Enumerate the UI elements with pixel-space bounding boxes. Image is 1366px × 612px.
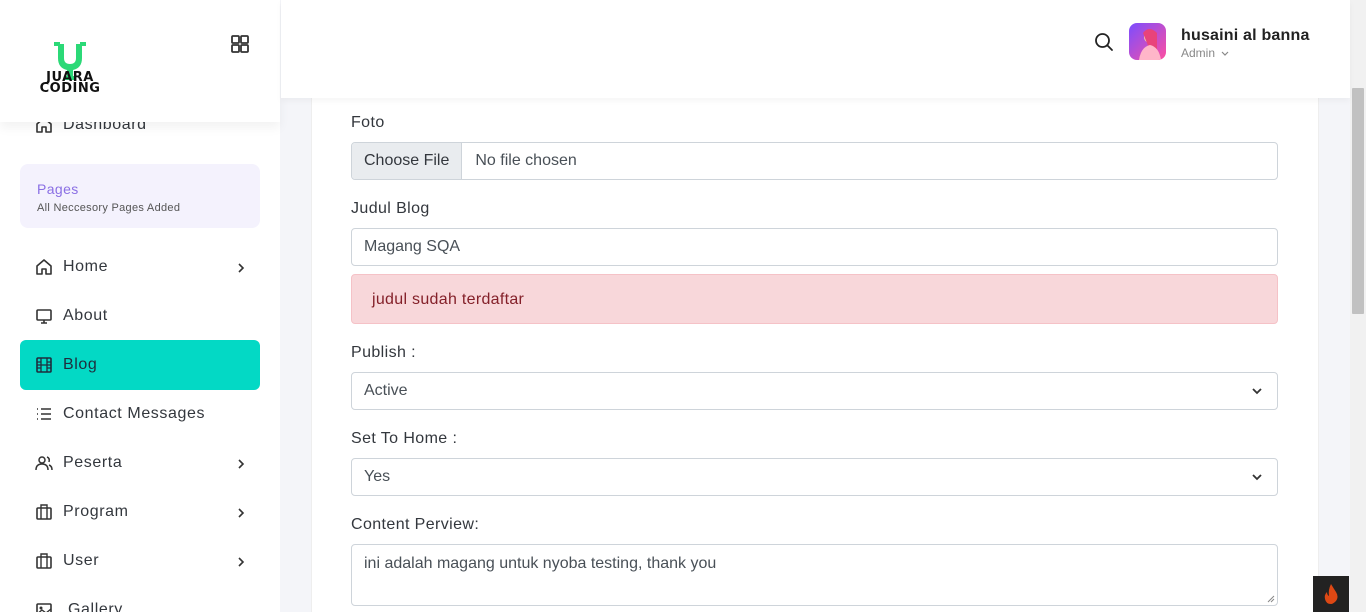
error-alert: judul sudah terdaftar	[351, 274, 1278, 324]
scrollbar-thumb[interactable]	[1352, 88, 1364, 314]
chevron-down-icon	[1221, 51, 1229, 56]
image-icon	[36, 603, 52, 612]
choose-file-button[interactable]: Choose File	[352, 143, 463, 179]
chevron-right-icon	[238, 557, 245, 567]
user-role-label: Admin	[1181, 46, 1216, 60]
set-to-home-select[interactable]: Yes	[351, 458, 1278, 496]
chevron-down-icon	[1252, 388, 1262, 395]
briefcase-icon	[36, 553, 52, 569]
sidebar-item-contact-messages[interactable]: Contact Messages	[20, 389, 260, 439]
content-preview-value: ini adalah magang untuk nyoba testing, t…	[364, 555, 717, 572]
resize-handle-icon[interactable]	[1267, 595, 1275, 603]
set-to-home-label: Set To Home :	[351, 430, 458, 447]
briefcase-icon	[36, 504, 52, 520]
sidebar-item-about[interactable]: About	[20, 291, 260, 341]
judul-blog-value: Magang SQA	[364, 238, 461, 255]
content-preview-textarea[interactable]: ini adalah magang untuk nyoba testing, t…	[351, 544, 1278, 606]
page-scrollbar[interactable]	[1350, 0, 1366, 612]
monitor-icon	[36, 309, 52, 324]
pages-card: Pages All Neccesory Pages Added	[20, 164, 260, 228]
sidebar-item-home[interactable]: Home	[20, 242, 260, 292]
film-icon	[36, 357, 52, 373]
user-role-dropdown[interactable]: Admin	[1181, 46, 1229, 60]
judul-blog-input[interactable]: Magang SQA	[351, 228, 1278, 266]
foto-file-input[interactable]: Choose File No file chosen	[351, 142, 1278, 180]
sidebar-item-label: Peserta	[63, 454, 123, 471]
sidebar-item-label: About	[63, 307, 108, 324]
sidebar-item-label: Gallery	[68, 601, 123, 612]
sidebar-item-peserta[interactable]: Peserta	[20, 438, 260, 488]
pages-card-subtitle: All Neccesory Pages Added	[37, 202, 181, 214]
flame-icon	[1324, 584, 1338, 604]
set-to-home-selected-value: Yes	[364, 468, 391, 485]
list-icon	[37, 408, 51, 420]
sidebar-item-blog[interactable]: Blog	[20, 340, 260, 390]
sidebar-item-gallery[interactable]: Gallery	[20, 585, 260, 612]
brand-area: JUARA CODING	[0, 0, 280, 122]
user-name[interactable]: husaini al banna	[1181, 27, 1310, 45]
sidebar-item-label: User	[63, 552, 100, 569]
users-icon	[35, 456, 53, 471]
debug-toolbar-button[interactable]	[1313, 576, 1349, 612]
file-status-text: No file chosen	[475, 152, 577, 169]
content-preview-label: Content Perview:	[351, 516, 480, 533]
chevron-down-icon	[1252, 474, 1262, 481]
sidebar-item-label: Program	[63, 503, 129, 520]
foto-label: Foto	[351, 114, 385, 131]
logo-text: JUARA CODING	[39, 70, 101, 96]
judul-blog-label: Judul Blog	[351, 200, 430, 217]
pages-card-title: Pages	[37, 181, 79, 197]
sidebar: JUARA CODING Dashboard Pages All Necceso…	[0, 0, 280, 612]
publish-select[interactable]: Active	[351, 372, 1278, 410]
sidebar-item-user[interactable]: User	[20, 536, 260, 586]
chevron-right-icon	[238, 459, 245, 469]
sidebar-item-label: Home	[63, 258, 109, 275]
publish-label: Publish :	[351, 344, 416, 361]
chevron-right-icon	[238, 263, 245, 273]
avatar[interactable]	[1129, 23, 1166, 60]
grid-menu-icon[interactable]	[230, 34, 250, 54]
home-icon	[36, 259, 52, 275]
search-icon[interactable]	[1094, 32, 1114, 52]
chevron-right-icon	[238, 508, 245, 518]
sidebar-item-program[interactable]: Program	[20, 487, 260, 537]
sidebar-item-label: Blog	[63, 356, 98, 373]
top-header: husaini al banna Admin	[281, 0, 1350, 98]
sidebar-item-label: Contact Messages	[63, 405, 206, 422]
publish-selected-value: Active	[364, 382, 408, 399]
